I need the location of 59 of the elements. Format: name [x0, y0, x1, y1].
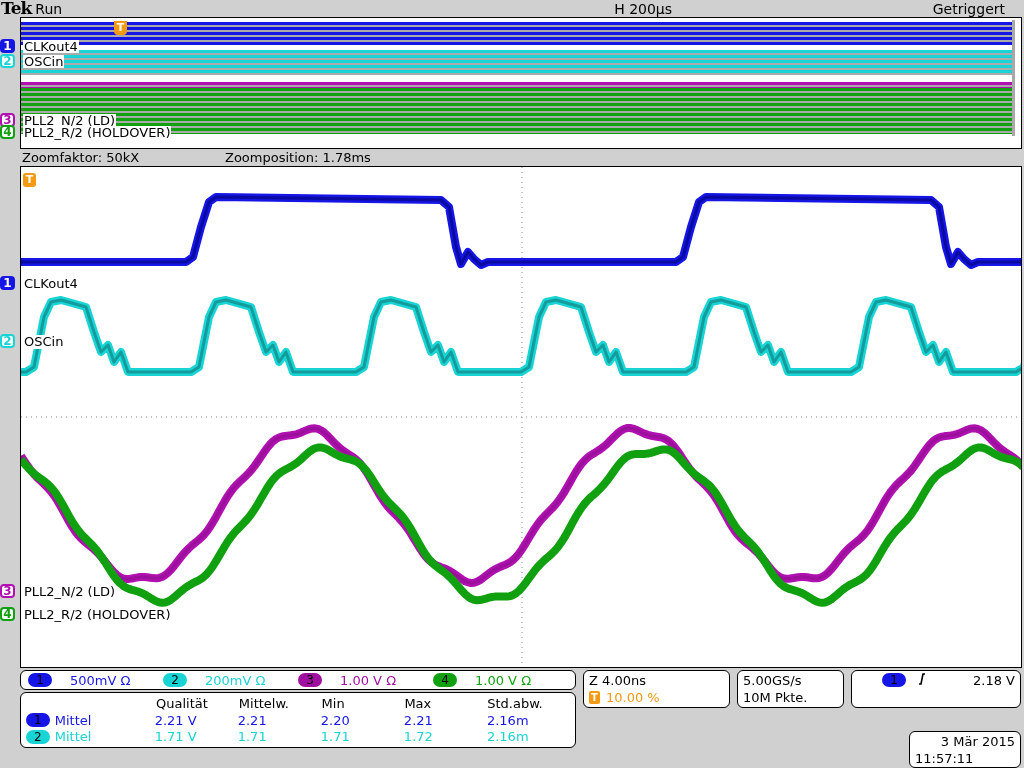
- channel-number: 4: [433, 673, 457, 687]
- channel-marker[interactable]: 1: [0, 39, 15, 54]
- channel-number: 1: [28, 673, 52, 687]
- trigger-marker: T: [114, 21, 127, 36]
- trigger-level: 2.18 V: [973, 673, 1015, 689]
- sample-rate: 5.00GS/s: [743, 672, 803, 689]
- vertical-scale: 500mV Ω: [70, 673, 131, 687]
- record-length: 10M Pkte.: [743, 689, 809, 706]
- channel-label: CLKout4: [23, 40, 79, 54]
- channel-number: 1: [26, 713, 50, 727]
- column-header: Max: [404, 696, 433, 710]
- acquisition-state: Run: [35, 1, 63, 16]
- trigger-status: Getriggert: [932, 1, 1005, 16]
- channel-label: OSCin: [23, 55, 65, 69]
- channel-number: 2: [26, 729, 50, 744]
- trigger-marker: T: [589, 691, 600, 704]
- table-cell-text: 1.71 V: [154, 730, 198, 744]
- measurement-name: Mittel: [54, 713, 93, 727]
- channel-number: 1: [882, 673, 906, 687]
- vertical-scale: 1.00 V Ω: [475, 673, 532, 687]
- zoom-position: Zoomposition: 1.78ms: [225, 151, 371, 165]
- channel-marker[interactable]: 1: [0, 276, 15, 290]
- brand-logo: Tek: [1, 0, 32, 18]
- scrollbar[interactable]: [1012, 20, 1015, 137]
- table-cell-text: 1.71: [237, 730, 268, 744]
- channel-marker[interactable]: 3: [0, 113, 15, 128]
- channel-label: PLL2_R/2 (HOLDOVER): [23, 126, 172, 140]
- rising-edge-icon: [918, 673, 926, 685]
- channel-number: 2: [163, 673, 187, 687]
- channel-label: PLL2_R/2 (HOLDOVER): [23, 608, 172, 622]
- timebase-label: H 200µs: [614, 1, 673, 16]
- table-cell-text: 1.72: [403, 730, 434, 744]
- zoom-scale: Z 4.00ns: [589, 672, 647, 689]
- table-cell-text: 1.71: [320, 730, 351, 744]
- channel-label: PLL2_N/2 (LD): [23, 585, 116, 599]
- channel-number: 3: [298, 673, 322, 687]
- table-cell-text: 2.20: [320, 713, 351, 727]
- channel-label: CLKout4: [23, 277, 79, 291]
- column-header: Min: [321, 696, 346, 710]
- vertical-scale: 200mV Ω: [205, 673, 266, 687]
- measurement-name: Mittel: [54, 730, 93, 744]
- table-cell-text: 2.21: [237, 713, 268, 727]
- date: 3 Mär 2015: [939, 732, 1015, 750]
- column-header: Std.abw.: [487, 696, 544, 710]
- channel-label: OSCin: [23, 335, 65, 349]
- channel-marker[interactable]: 3: [0, 584, 15, 598]
- table-cell-text: 2.16m: [486, 713, 530, 727]
- column-header: Mittelw.: [238, 696, 290, 710]
- column-header: Qualität: [156, 696, 209, 710]
- trigger-position: 10.00 %: [606, 689, 660, 706]
- zoom-factor: Zoomfaktor: 50kX: [22, 151, 141, 165]
- table-cell-text: 2.21 V: [154, 713, 198, 727]
- vertical-scale: 1.00 V Ω: [340, 673, 397, 687]
- table-cell-text: 2.16m: [486, 730, 530, 744]
- table-cell-text: 2.21: [403, 713, 434, 727]
- channel-marker[interactable]: 4: [0, 607, 15, 621]
- trigger-marker: T: [23, 173, 36, 187]
- channel-marker[interactable]: 4: [0, 125, 15, 140]
- time: 11:57:11: [915, 749, 975, 767]
